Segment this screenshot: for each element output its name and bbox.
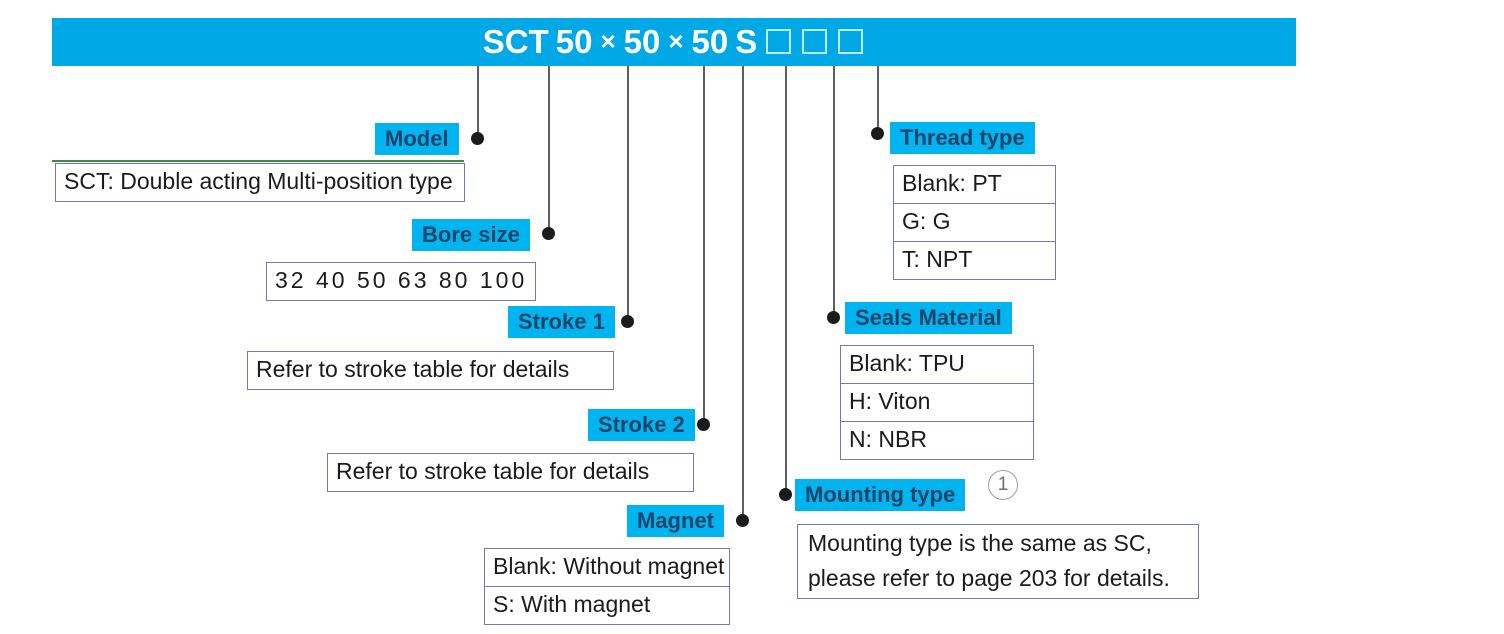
model-code-banner: SCT 50 × 50 × 50 S xyxy=(52,18,1296,66)
section-tag-mounting-type: Mounting type xyxy=(795,479,966,511)
leader-dot-model xyxy=(471,132,484,145)
section-tag-magnet: Magnet xyxy=(627,505,724,537)
note-reference-number: 1 xyxy=(997,474,1009,495)
section-tag-seals-material-label: Seals Material xyxy=(855,305,1002,330)
code-multiply-1: × xyxy=(600,26,616,56)
values-row: H: Viton xyxy=(841,383,1033,421)
leader-dot-magnet xyxy=(736,514,749,527)
section-tag-stroke-2-label: Stroke 2 xyxy=(598,412,685,437)
section-tag-stroke-2: Stroke 2 xyxy=(588,409,695,441)
values-row: Blank: TPU xyxy=(849,350,965,376)
section-tag-bore-size-label: Bore size xyxy=(422,222,520,247)
values-row: Blank: PT xyxy=(902,170,1002,196)
leader-dot-seals-material xyxy=(827,311,840,324)
section-tag-magnet-label: Magnet xyxy=(637,508,714,533)
model-designation-diagram: SCT 50 × 50 × 50 S Model SCT: Double act… xyxy=(0,0,1504,634)
values-box-bore-size: 32 40 50 63 80 100 xyxy=(266,262,536,301)
leader-dot-stroke-2 xyxy=(697,418,710,431)
leader-line-bore-size xyxy=(548,66,550,233)
note-reference-marker: 1 xyxy=(988,470,1018,500)
leader-dot-thread-type xyxy=(871,127,884,140)
section-tag-bore-size: Bore size xyxy=(412,219,530,251)
values-row: N: NBR xyxy=(841,421,1033,459)
code-stroke-2: 50 xyxy=(691,22,729,60)
code-placeholder-square-2 xyxy=(802,28,828,54)
section-tag-mounting-type-label: Mounting type xyxy=(805,482,956,507)
code-multiply-2: × xyxy=(668,26,684,56)
values-row: T: NPT xyxy=(894,241,1055,279)
section-tag-model-label: Model xyxy=(385,126,449,151)
code-placeholder-square-3 xyxy=(838,28,864,54)
section-tag-seals-material: Seals Material xyxy=(845,302,1012,334)
code-placeholder-square-1 xyxy=(766,28,792,54)
values-row: Mounting type is the same as SC, xyxy=(808,530,1152,556)
leader-dot-mounting-type xyxy=(779,488,792,501)
values-row: S: With magnet xyxy=(485,586,729,624)
values-row: please refer to page 203 for details. xyxy=(808,565,1170,591)
leader-line-seals-material xyxy=(833,66,835,317)
values-row: G: G xyxy=(894,203,1055,241)
code-stroke-1: 50 xyxy=(623,22,661,60)
values-row: Refer to stroke table for details xyxy=(336,458,650,484)
leader-line-magnet xyxy=(742,66,744,520)
section-tag-thread-type-label: Thread type xyxy=(900,125,1025,150)
values-row: 32 40 50 63 80 100 xyxy=(275,267,528,293)
code-model-prefix: SCT xyxy=(482,22,549,60)
section-tag-thread-type: Thread type xyxy=(890,122,1035,154)
code-bore: 50 xyxy=(555,22,593,60)
model-green-rule xyxy=(52,160,464,162)
values-box-model: SCT: Double acting Multi-position type xyxy=(55,163,465,202)
leader-dot-bore-size xyxy=(542,227,555,240)
values-box-mounting-type: Mounting type is the same as SC, please … xyxy=(797,524,1199,599)
values-box-seals-material: Blank: TPU H: Viton N: NBR xyxy=(840,345,1034,460)
values-row: SCT: Double acting Multi-position type xyxy=(64,168,453,194)
leader-line-thread-type xyxy=(877,66,879,133)
values-box-thread-type: Blank: PT G: G T: NPT xyxy=(893,165,1056,280)
values-box-stroke-2: Refer to stroke table for details xyxy=(327,453,694,492)
section-tag-stroke-1: Stroke 1 xyxy=(508,306,615,338)
values-box-magnet: Blank: Without magnet S: With magnet xyxy=(484,548,730,625)
leader-line-mounting-type xyxy=(785,66,787,494)
section-tag-stroke-1-label: Stroke 1 xyxy=(518,309,605,334)
section-tag-model: Model xyxy=(375,123,459,155)
values-row: Blank: Without magnet xyxy=(493,553,725,579)
leader-line-model xyxy=(477,66,479,138)
leader-line-stroke-2 xyxy=(703,66,705,424)
leader-line-stroke-1 xyxy=(627,66,629,321)
model-code-text: SCT 50 × 50 × 50 S xyxy=(52,18,1296,66)
leader-dot-stroke-1 xyxy=(621,315,634,328)
values-box-stroke-1: Refer to stroke table for details xyxy=(247,351,614,390)
values-row: Refer to stroke table for details xyxy=(256,356,570,382)
code-magnet: S xyxy=(735,22,758,60)
